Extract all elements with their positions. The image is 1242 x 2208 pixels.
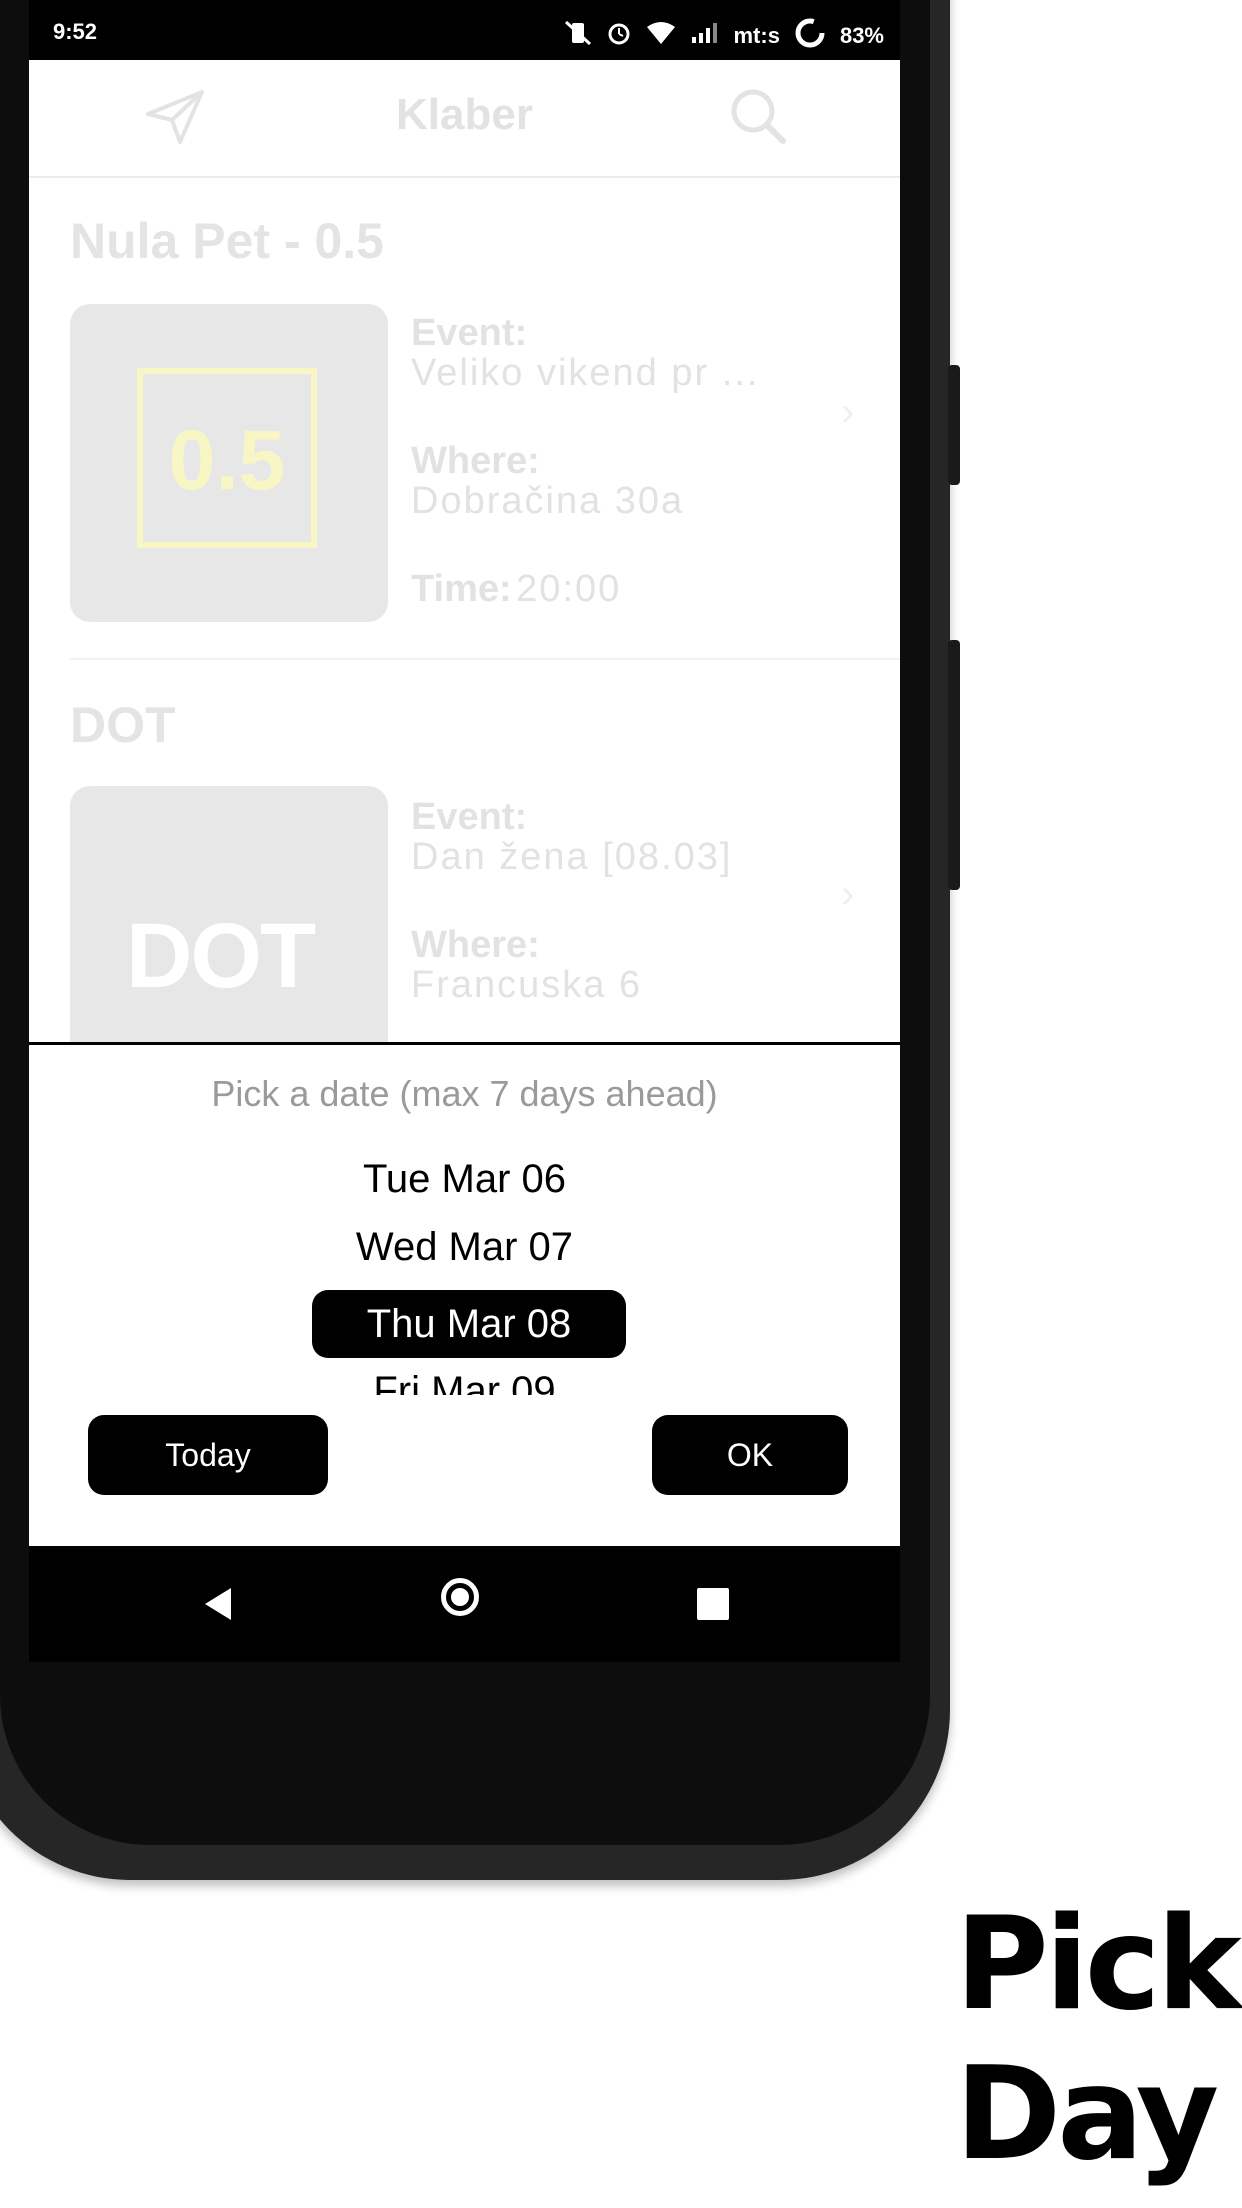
carrier-label: mt:s [733, 23, 780, 48]
date-option[interactable]: Fri Mar 09 [29, 1369, 900, 1395]
time-value: 20:00 [516, 568, 622, 610]
caption-line-2: Day [955, 2040, 1219, 2189]
phone-screen: 9:52 mt:s 83% Klaber Nula Pet - 0.5 0.5 … [29, 0, 900, 1546]
alarm-icon [606, 20, 632, 52]
date-option[interactable]: Wed Mar 07 [29, 1225, 900, 1270]
caption-line-1: Pick [955, 1890, 1242, 2039]
status-icons: mt:s 83% [564, 17, 884, 55]
venue-title: Nula Pet - 0.5 [70, 213, 384, 269]
event-label: Event: [411, 312, 528, 354]
today-button[interactable]: Today [88, 1415, 328, 1495]
chevron-right-icon[interactable]: › [841, 390, 854, 435]
picker-title: Pick a date (max 7 days ahead) [211, 1073, 718, 1114]
wifi-icon [646, 21, 676, 51]
where-label: Where: [411, 440, 540, 482]
status-time: 9:52 [53, 19, 98, 44]
battery-level: 83% [839, 23, 884, 48]
navigation-bar [29, 1546, 900, 1662]
venue-title: DOT [70, 697, 176, 753]
where-value: Francuska 6 [411, 964, 643, 1006]
app-bar: Klaber [29, 60, 900, 178]
event-label: Event: [411, 796, 528, 838]
event-value: Veliko vikend pr ... [411, 352, 760, 394]
date-option-selected[interactable]: Thu Mar 08 [312, 1290, 626, 1358]
time-label: Time: [411, 568, 512, 610]
back-icon[interactable] [205, 1588, 231, 1620]
venue-logo: 0.5 [137, 368, 317, 548]
vibrate-off-icon [564, 20, 592, 52]
chevron-right-icon[interactable]: › [841, 872, 854, 917]
date-picker-sheet: Pick a date (max 7 days ahead) Tue Mar 0… [29, 1042, 900, 1546]
where-label: Where: [411, 924, 540, 966]
ok-button[interactable]: OK [652, 1415, 848, 1495]
venue-logo-text: DOT [126, 905, 316, 1007]
data-saver-icon [794, 17, 826, 55]
recents-icon[interactable] [697, 1588, 729, 1620]
list-divider [70, 658, 900, 660]
search-icon[interactable] [728, 86, 788, 151]
venue-thumbnail[interactable]: 0.5 [70, 304, 388, 622]
time-row: Time: 20:00 [411, 568, 621, 611]
venue-logo-text: 0.5 [168, 413, 286, 507]
phone-side-button-top [948, 365, 960, 485]
event-value: Dan žena [08.03] [411, 836, 733, 878]
date-option[interactable]: Tue Mar 06 [29, 1157, 900, 1202]
date-option-clipped: Fri Mar 09 [29, 1365, 900, 1395]
status-bar: 9:52 mt:s 83% [29, 0, 900, 60]
where-value: Dobračina 30a [411, 480, 685, 522]
phone-side-button-bottom [948, 640, 960, 890]
home-icon[interactable] [441, 1578, 479, 1616]
signal-icon [690, 21, 720, 51]
